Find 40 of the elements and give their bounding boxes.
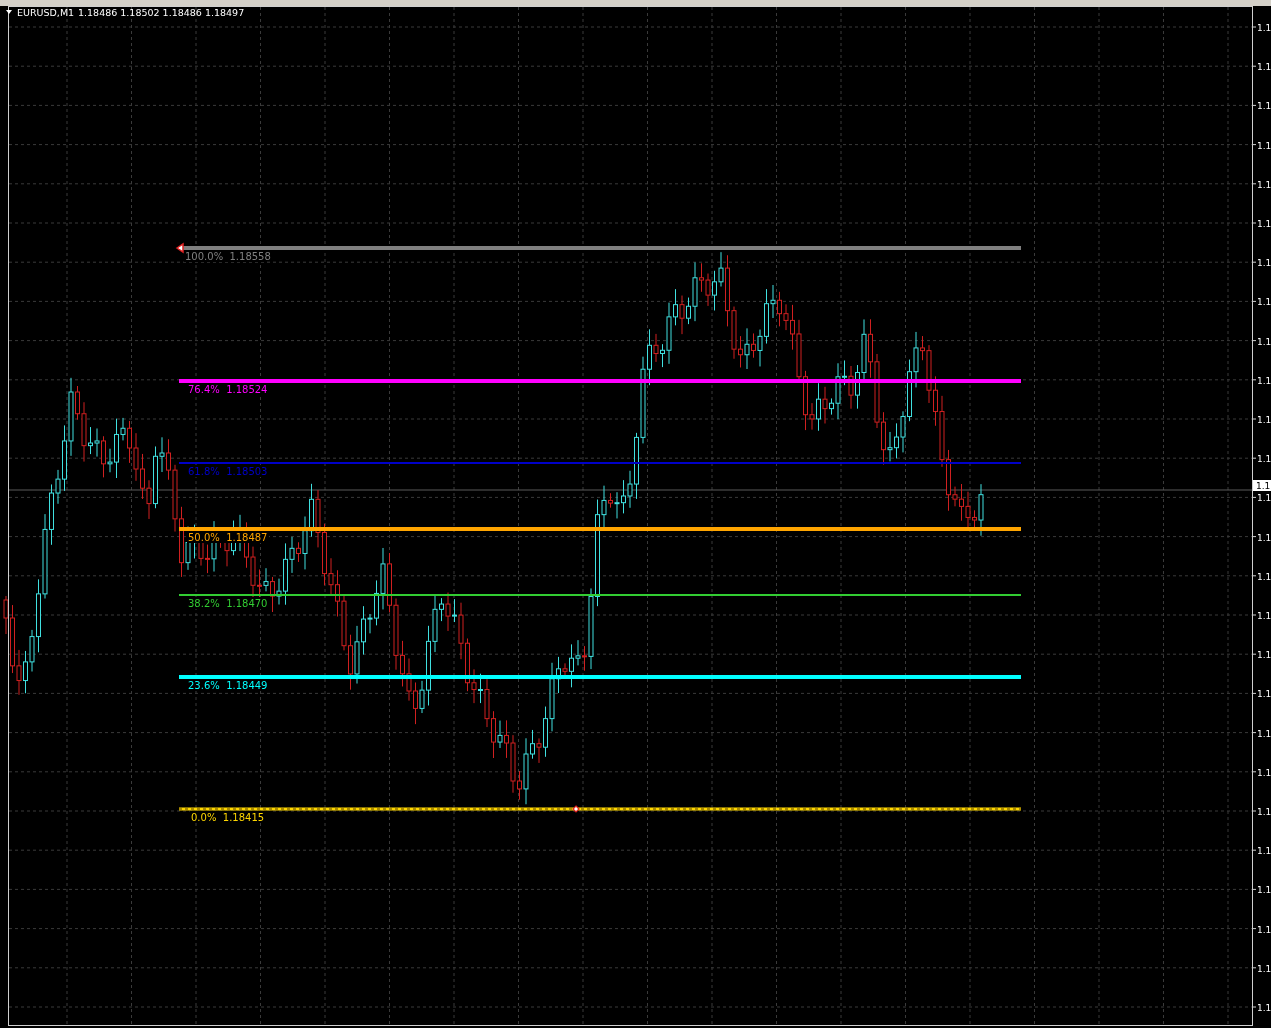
price-axis-label: 1.1 [1257, 336, 1271, 347]
price-axis-label: 1.1 [1257, 1003, 1271, 1013]
price-axis-label: 1.1 [1257, 415, 1271, 425]
fib-level-label: 23.6% 1.18449 [188, 680, 268, 691]
fib-level-label: 50.0% 1.18487 [188, 532, 268, 543]
price-axis-label: 1.1 [1257, 101, 1271, 112]
price-axis-label: 1.1 [1257, 807, 1271, 817]
price-axis-label: 1.1 [1257, 219, 1271, 229]
price-axis-label: 1.1 [1257, 140, 1271, 151]
price-axis-label: 1.1 [1257, 258, 1271, 269]
price-axis-label: 1.1 [1257, 62, 1271, 73]
price-axis-label: 1.1 [1257, 297, 1271, 308]
symbol-timeframe: EURUSD,M1 [17, 7, 75, 18]
price-axis-label: 1.1 [1257, 179, 1271, 190]
anchor-point-icon[interactable] [175, 242, 184, 254]
price-axis-label: 1.1 [1257, 532, 1271, 543]
price-axis-label: 1.1 [1257, 689, 1271, 700]
price-axis-label: 1.1 [1257, 728, 1271, 739]
price-axis-label: 1.1 [1257, 885, 1271, 896]
ohlc-prices: 1.18486 1.18502 1.18486 1.18497 [78, 7, 245, 18]
price-axis-label: 1.1 [1257, 611, 1271, 621]
fib-level-line[interactable] [179, 807, 1021, 811]
price-axis-label: 1.1 [1257, 924, 1271, 935]
current-price-label: 1.1 [1253, 480, 1271, 491]
price-axis-label: 1.1 [1257, 375, 1271, 386]
price-axis-label: 1.1 [1257, 571, 1271, 582]
fib-level-label: 0.0% 1.18415 [191, 812, 265, 823]
fib-level-label: 76.4% 1.18524 [188, 384, 268, 395]
price-axis-label: 1.1 [1257, 963, 1271, 974]
fib-level-label: 38.2% 1.18470 [188, 598, 268, 609]
price-axis-label: 1.1 [1257, 846, 1271, 857]
dropdown-triangle-icon[interactable] [6, 10, 12, 14]
fib-level-label: 61.8% 1.18503 [188, 466, 268, 477]
price-axis-label: 1.1 [1257, 767, 1271, 778]
anchor-point-icon[interactable] [572, 805, 580, 813]
price-axis-label: 1.1 [1257, 493, 1271, 504]
price-axis-label: 1.1 [1257, 454, 1271, 465]
price-axis-label: 1.1 [1257, 23, 1271, 33]
price-axis-label: 1.1 [1257, 650, 1271, 661]
fib-level-label: 100.0% 1.18558 [185, 251, 271, 262]
